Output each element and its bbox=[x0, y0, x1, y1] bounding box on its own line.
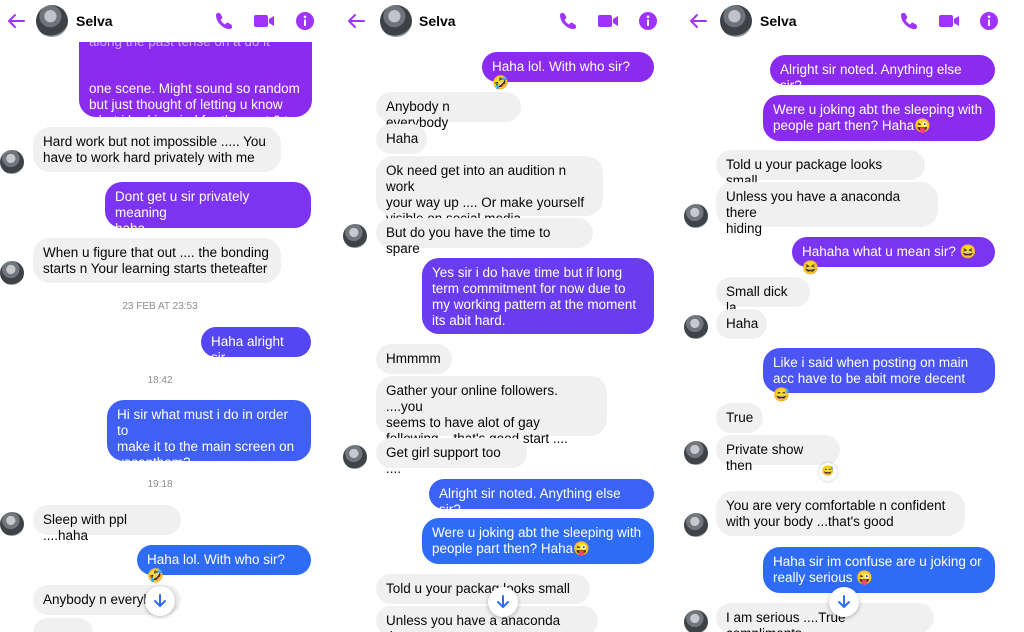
contact-name[interactable]: Selva bbox=[419, 13, 456, 29]
incoming-message[interactable]: I am serious ....True compliments bbox=[716, 603, 934, 632]
incoming-message[interactable]: Told u your package looks small bbox=[716, 150, 925, 188]
contact-avatar[interactable] bbox=[343, 445, 367, 469]
info-icon[interactable] bbox=[638, 11, 658, 31]
incoming-message[interactable]: When u figure that out .... the bonding … bbox=[33, 238, 281, 283]
video-camera-icon[interactable] bbox=[597, 11, 619, 31]
chat-screen-3: Alright sir noted. Anything else sir? We… bbox=[682, 0, 1024, 632]
incoming-message[interactable]: Small dick la bbox=[716, 277, 810, 315]
info-icon[interactable] bbox=[979, 11, 999, 31]
outgoing-message[interactable]: Were u joking abt the sleeping with peop… bbox=[763, 95, 995, 141]
incoming-message[interactable]: Hmmmm bbox=[376, 344, 452, 374]
incoming-message[interactable]: Haha bbox=[376, 124, 427, 154]
outgoing-message[interactable]: Alright sir noted. Anything else sir? bbox=[770, 55, 995, 93]
contact-name[interactable]: Selva bbox=[76, 13, 113, 29]
incoming-message[interactable]: Private show then bbox=[716, 435, 840, 473]
incoming-message[interactable]: But do you have the time to spare bbox=[376, 218, 593, 256]
outgoing-message[interactable]: Hi sir what must i do in order to make i… bbox=[107, 400, 311, 470]
panel-divider bbox=[334, 0, 340, 632]
video-camera-icon[interactable] bbox=[938, 11, 960, 31]
contact-avatar[interactable] bbox=[343, 224, 367, 248]
phone-icon[interactable] bbox=[214, 11, 234, 31]
timestamp: 23 FEB AT 23:53 bbox=[122, 301, 198, 312]
chat-header: Selva bbox=[340, 0, 678, 42]
incoming-message[interactable]: Gather your online followers. ....you se… bbox=[376, 376, 607, 446]
arrow-down-icon bbox=[497, 595, 509, 608]
back-arrow-icon[interactable] bbox=[6, 11, 26, 31]
screenshot-collage: along the past tense on a do it one scen… bbox=[0, 0, 1024, 632]
contact-avatar[interactable] bbox=[684, 204, 708, 228]
incoming-message[interactable]: Unless you have a anaconda there bbox=[376, 606, 598, 632]
incoming-message[interactable]: Ok need get into an audition n work your… bbox=[376, 156, 603, 226]
outgoing-message[interactable]: along the past tense on a do it one scen… bbox=[79, 30, 312, 144]
contact-avatar[interactable] bbox=[36, 5, 68, 37]
outgoing-message[interactable]: Dont get u sir privately meaning haha bbox=[105, 182, 311, 236]
outgoing-message[interactable]: Haha lol. With who sir? 🤣 bbox=[137, 545, 311, 583]
incoming-message[interactable]: Unless you have a anaconda there hiding bbox=[716, 182, 938, 236]
phone-icon[interactable] bbox=[899, 11, 919, 31]
scroll-to-bottom-button[interactable] bbox=[488, 587, 518, 617]
back-arrow-icon[interactable] bbox=[688, 11, 708, 31]
scroll-to-bottom-button[interactable] bbox=[829, 587, 859, 617]
incoming-message-partial[interactable] bbox=[33, 618, 93, 632]
arrow-down-icon bbox=[838, 595, 850, 608]
chat-header: Selva bbox=[682, 0, 1024, 42]
incoming-message[interactable]: Haha bbox=[716, 309, 767, 339]
contact-avatar[interactable] bbox=[684, 610, 708, 632]
outgoing-message[interactable]: Haha lol. With who sir? 🤣 bbox=[482, 52, 654, 90]
timestamp: 19:18 bbox=[147, 479, 173, 490]
outgoing-message[interactable]: Yes sir i do have time but if long term … bbox=[422, 258, 654, 334]
incoming-message[interactable]: True bbox=[716, 403, 763, 433]
chat-screen-2: Haha lol. With who sir? 🤣 Anybody n ever… bbox=[340, 0, 678, 632]
outgoing-message[interactable]: Like i said when posting on main acc hav… bbox=[763, 348, 995, 402]
incoming-message[interactable]: Hard work but not impossible ..... You h… bbox=[33, 127, 281, 172]
incoming-message[interactable]: Get girl support too .... bbox=[376, 438, 527, 476]
message-list[interactable]: Alright sir noted. Anything else sir? We… bbox=[682, 0, 1024, 632]
scroll-to-bottom-button[interactable] bbox=[145, 586, 175, 616]
contact-avatar[interactable] bbox=[0, 512, 24, 536]
video-camera-icon[interactable] bbox=[253, 11, 275, 31]
phone-icon[interactable] bbox=[558, 11, 578, 31]
back-arrow-icon[interactable] bbox=[346, 11, 366, 31]
message-list[interactable]: Haha lol. With who sir? 🤣 Anybody n ever… bbox=[340, 0, 678, 632]
panel-divider bbox=[676, 0, 682, 632]
message-list[interactable]: along the past tense on a do it one scen… bbox=[0, 0, 336, 632]
arrow-down-icon bbox=[154, 594, 166, 607]
contact-avatar[interactable] bbox=[684, 315, 708, 339]
contact-avatar[interactable] bbox=[720, 5, 752, 37]
incoming-message[interactable]: You are very comfortable n confident wit… bbox=[716, 491, 965, 536]
outgoing-message[interactable]: Haha alright sir bbox=[201, 327, 311, 365]
outgoing-message[interactable]: Alright sir noted. Anything else sir? bbox=[429, 479, 654, 517]
outgoing-message[interactable]: Hahaha what u mean sir? 😆😆 bbox=[792, 237, 995, 275]
reaction-badge[interactable]: 😅 bbox=[819, 463, 837, 481]
incoming-message[interactable]: Anybody n everybody bbox=[376, 92, 521, 130]
outgoing-message[interactable]: Haha sir im confuse are u joking or real… bbox=[763, 547, 995, 593]
contact-name[interactable]: Selva bbox=[760, 13, 797, 29]
incoming-message[interactable]: Sleep with ppl ....haha bbox=[33, 505, 181, 543]
contact-avatar[interactable] bbox=[684, 441, 708, 465]
contact-avatar[interactable] bbox=[684, 513, 708, 537]
contact-avatar[interactable] bbox=[380, 5, 412, 37]
chat-header: Selva bbox=[0, 0, 336, 42]
contact-avatar[interactable] bbox=[0, 261, 24, 285]
contact-avatar[interactable] bbox=[0, 150, 24, 174]
outgoing-message[interactable]: Were u joking abt the sleeping with peop… bbox=[422, 518, 654, 564]
info-icon[interactable] bbox=[295, 11, 315, 31]
timestamp: 18:42 bbox=[147, 375, 173, 386]
chat-screen-1: along the past tense on a do it one scen… bbox=[0, 0, 336, 632]
incoming-message[interactable]: Told u your packag looks small bbox=[376, 574, 590, 604]
